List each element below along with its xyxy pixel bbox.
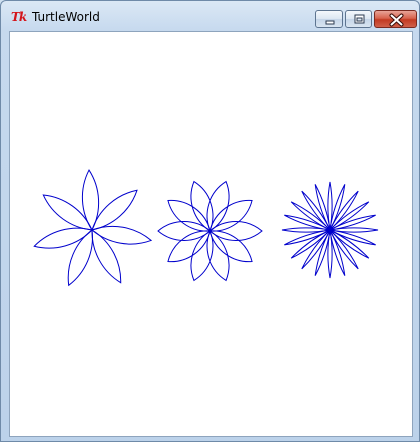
minimize-icon — [325, 20, 335, 25]
turtle-canvas[interactable] — [9, 31, 413, 437]
minimize-button[interactable] — [315, 10, 343, 28]
petal — [91, 229, 122, 284]
petal — [190, 180, 214, 232]
maximize-icon — [354, 14, 365, 24]
maximize-button[interactable] — [345, 10, 372, 28]
flower-3 — [281, 181, 379, 279]
window-title: TurtleWorld — [32, 10, 100, 24]
flower-1 — [33, 169, 153, 287]
flower-drawing — [33, 169, 379, 287]
tk-app-icon: Tk — [11, 10, 27, 24]
flower-2 — [157, 180, 263, 282]
petal — [190, 230, 214, 282]
title-bar[interactable]: Tk TurtleWorld — [1, 1, 419, 31]
window: Tk TurtleWorld — [0, 0, 420, 442]
petal — [206, 180, 230, 232]
close-icon — [389, 13, 404, 27]
petal — [91, 225, 153, 245]
close-button[interactable] — [374, 10, 417, 28]
petal — [67, 229, 93, 287]
petal — [206, 230, 230, 282]
